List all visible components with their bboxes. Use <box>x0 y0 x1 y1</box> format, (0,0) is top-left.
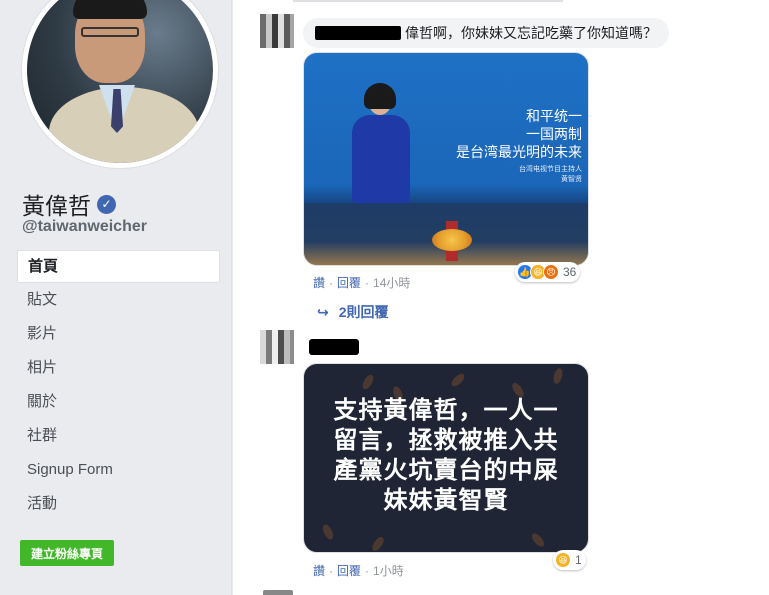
image-slogan: 和平统一 一国两制 是台湾最光明的未来 <box>456 108 582 160</box>
haha-icon: 😆 <box>555 552 571 568</box>
nav-item-about[interactable]: 關於 <box>17 385 220 419</box>
comment-bubble: 偉哲啊，你妹妹又忘記吃藥了你知道嗎？ <box>303 18 669 48</box>
comment-timestamp[interactable]: 1小時 <box>373 562 404 579</box>
speaker-figure <box>352 83 410 203</box>
redacted-commenter-name[interactable] <box>315 26 401 40</box>
comment-actions: 讚 · 回覆 · 14小時 <box>313 274 411 291</box>
page-name-text: 黃偉哲 <box>22 193 91 219</box>
redacted-commenter-name[interactable] <box>309 339 359 355</box>
page-title[interactable]: 黃偉哲 ✓ <box>22 187 116 221</box>
nav-item-home[interactable]: 首頁 <box>17 250 220 283</box>
next-comment-avatar <box>263 590 293 595</box>
nav-item-community[interactable]: 社群 <box>17 419 220 453</box>
like-link[interactable]: 讚 <box>313 274 325 291</box>
replies-label: 2則回覆 <box>338 304 389 320</box>
page-nav: 首頁 貼文 影片 相片 關於 社群 Signup Form 活動 <box>17 250 220 521</box>
angry-icon: 😠 <box>543 264 559 280</box>
comment-timestamp[interactable]: 14小時 <box>373 274 410 291</box>
nav-item-events[interactable]: 活動 <box>17 487 220 521</box>
view-replies-link[interactable]: ↪ 2則回覆 <box>317 302 389 322</box>
page-sidebar: 黃偉哲 ✓ @taiwanweicher 首頁 貼文 影片 相片 關於 社群 S… <box>0 0 232 595</box>
divider <box>293 0 563 2</box>
nav-item-signup-form[interactable]: Signup Form <box>17 453 220 487</box>
commenter-avatar[interactable] <box>260 330 294 364</box>
comment-image[interactable]: 和平统一 一国两制 是台湾最光明的未来 台湾电视节目主持人 黄智贤 <box>303 52 589 266</box>
reactions-summary[interactable]: 😆 1 <box>553 550 586 570</box>
profile-photo-image <box>27 0 213 163</box>
profile-picture[interactable] <box>22 0 218 168</box>
verified-badge-icon: ✓ <box>97 194 116 214</box>
reply-link[interactable]: 回覆 <box>337 274 361 291</box>
page-username[interactable]: @taiwanweicher <box>22 218 147 236</box>
commenter-avatar[interactable] <box>260 14 294 48</box>
nav-item-videos[interactable]: 影片 <box>17 317 220 351</box>
reactions-summary[interactable]: 👍 😆 😠 36 <box>515 262 581 282</box>
nav-item-posts[interactable]: 貼文 <box>17 283 220 317</box>
image-quote: 支持黃偉哲，一人一 留言，拯救被推入共 產黨火坑賣台的中屎 妹妹黃智賢 <box>333 397 559 514</box>
reaction-count: 36 <box>563 265 577 279</box>
reply-arrow-icon: ↪ <box>317 303 329 320</box>
reply-link[interactable]: 回覆 <box>337 562 361 579</box>
create-page-button[interactable]: 建立粉絲專頁 <box>20 540 115 566</box>
like-link[interactable]: 讚 <box>313 562 325 579</box>
comment-image[interactable]: 支持黃偉哲，一人一 留言，拯救被推入共 產黨火坑賣台的中屎 妹妹黃智賢 <box>303 363 589 553</box>
reaction-count: 1 <box>575 553 582 567</box>
image-caption: 台湾电视节目主持人 黄智贤 <box>519 166 582 183</box>
comment-text: 偉哲啊，你妹妹又忘記吃藥了你知道嗎？ <box>405 25 657 41</box>
comment-actions: 讚 · 回覆 · 1小時 <box>313 562 404 579</box>
comments-section: 偉哲啊，你妹妹又忘記吃藥了你知道嗎？ 和平统一 一国两制 是台湾最光明的未来 台… <box>233 0 769 595</box>
nav-item-photos[interactable]: 相片 <box>17 351 220 385</box>
